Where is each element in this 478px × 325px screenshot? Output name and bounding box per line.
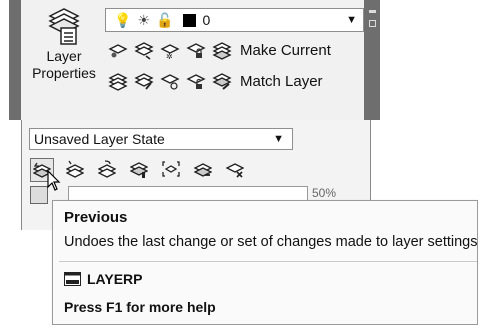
layer-properties-label-1: Layer [46, 48, 82, 64]
tooltip-help: Press F1 for more help [64, 299, 216, 315]
tooltip-command-name: LAYERP [87, 271, 143, 287]
svg-text:✲: ✲ [166, 52, 173, 60]
minimize-icon[interactable] [369, 10, 376, 13]
walk-icon[interactable] [160, 158, 182, 180]
layer-off-icon[interactable] [108, 40, 128, 60]
layer-lock-icon[interactable] [186, 40, 206, 60]
tooltip-command: LAYERP [64, 271, 143, 287]
layer-unlock-icon[interactable] [186, 71, 206, 91]
copy-objects-icon[interactable] [96, 158, 118, 180]
layer-isolate-icon[interactable] [134, 40, 154, 60]
dock-icon[interactable] [369, 20, 376, 27]
lock-fade-icon[interactable] [30, 186, 48, 204]
merge-icon[interactable] [128, 158, 150, 180]
chevron-down-icon: ▼ [273, 133, 284, 145]
make-current-button[interactable]: Make Current [240, 42, 331, 59]
layer-state-tools [30, 158, 256, 182]
delete-layer-icon[interactable] [192, 158, 214, 180]
tooltip: Previous Undoes the last change or set o… [52, 200, 478, 325]
tool-row-2: Match Layer [108, 71, 323, 91]
mouse-cursor-icon [47, 170, 61, 191]
layer-properties-button[interactable]: Layer Properties [28, 6, 100, 96]
current-layer-value: 0 [202, 12, 211, 28]
chevron-down-icon: ▼ [346, 14, 357, 26]
layer-state-value: Unsaved Layer State [34, 131, 165, 147]
tool-row-1: ✲ Make Current [108, 40, 331, 60]
panel-left-border[interactable] [9, 0, 27, 120]
layer-state-dropdown[interactable]: Unsaved Layer State ▼ [29, 128, 293, 150]
tooltip-description: Undoes the last change or set of changes… [64, 234, 478, 250]
tooltip-title: Previous [64, 209, 128, 226]
match-layer-icon[interactable] [212, 71, 232, 91]
layer-unisolate-icon[interactable] [108, 71, 128, 91]
command-window-icon [64, 272, 81, 286]
layer-thaw-icon[interactable] [160, 71, 180, 91]
match-layer-button[interactable]: Match Layer [240, 73, 323, 90]
layer-properties-icon [48, 8, 80, 45]
panel-right-border [364, 0, 380, 120]
change-to-current-icon[interactable] [64, 158, 86, 180]
layer-walk-icon[interactable] [134, 71, 154, 91]
sun-icon: ☀ [137, 11, 150, 28]
make-current-icon[interactable] [212, 40, 232, 60]
unlock-icon: 🔓 [156, 11, 174, 28]
layer-dropdown[interactable]: 💡 ☀ 🔓 0 ▼ [105, 8, 364, 32]
lightbulb-icon: 💡 [114, 11, 132, 28]
layer-properties-label-2: Properties [32, 65, 96, 81]
remove-icon[interactable] [224, 158, 246, 180]
layer-freeze-icon[interactable]: ✲ [160, 40, 180, 60]
color-swatch-icon [183, 13, 197, 27]
tooltip-divider [59, 261, 477, 262]
fade-percent: 50% [312, 186, 337, 200]
